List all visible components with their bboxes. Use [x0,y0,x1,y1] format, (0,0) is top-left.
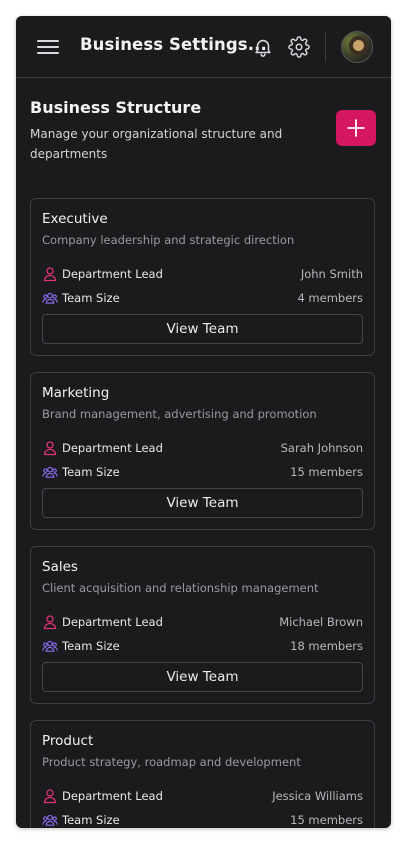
page-title: Business Settings... [80,35,267,54]
department-card: Product Product strategy, roadmap and de… [30,720,375,828]
lead-label: Department Lead [62,789,163,803]
department-lead-row: Department Lead Michael Brown [42,613,363,631]
view-team-button[interactable]: View Team [42,314,363,344]
lead-name: John Smith [300,267,363,281]
team-size-row: Team Size 18 members [42,637,363,655]
department-card: Marketing Brand management, advertising … [30,372,375,530]
team-size-label: Team Size [62,813,120,827]
user-icon [42,266,58,282]
view-team-button[interactable]: View Team [42,488,363,518]
avatar[interactable] [341,31,373,63]
menu-icon[interactable] [36,36,60,58]
department-description: Product strategy, roadmap and developmen… [42,755,301,769]
department-card: Sales Client acquisition and relationshi… [30,546,375,704]
lead-name: Michael Brown [279,615,363,629]
lead-label: Department Lead [62,267,163,281]
lead-label: Department Lead [62,441,163,455]
department-name: Executive [42,211,108,227]
team-size-row: Team Size 15 members [42,463,363,481]
team-size-value: 15 members [290,465,363,479]
lead-label: Department Lead [62,615,163,629]
department-card: Executive Company leadership and strateg… [30,198,375,356]
lead-name: Sarah Johnson [280,441,363,455]
users-icon [42,464,58,480]
team-size-label: Team Size [62,639,120,653]
section-heading: Business Structure [30,98,202,117]
team-size-label: Team Size [62,465,120,479]
department-description: Client acquisition and relationship mana… [42,581,319,595]
gear-icon[interactable] [288,36,310,58]
department-name: Product [42,733,94,749]
users-icon [42,638,58,654]
main-content: Business Structure Manage your organizat… [16,78,391,828]
add-department-button[interactable] [336,110,376,146]
top-bar: Business Settings... [16,16,391,78]
department-lead-row: Department Lead Jessica Williams [42,787,363,805]
users-icon [42,290,58,306]
team-size-value: 4 members [297,291,363,305]
department-name: Marketing [42,385,110,401]
app-window: Business Settings... Business Structure … [16,16,391,828]
lead-name: Jessica Williams [272,789,363,803]
user-icon [42,788,58,804]
view-team-button[interactable]: View Team [42,662,363,692]
department-description: Company leadership and strategic directi… [42,233,295,247]
header-divider [325,32,326,62]
team-size-label: Team Size [62,291,120,305]
bell-icon[interactable] [252,36,274,58]
team-size-row: Team Size 15 members [42,811,363,828]
team-size-row: Team Size 4 members [42,289,363,307]
plus-icon [347,119,365,137]
section-subtitle: Manage your organizational structure and… [30,127,283,161]
department-description: Brand management, advertising and promot… [42,407,317,421]
users-icon [42,812,58,828]
department-lead-row: Department Lead Sarah Johnson [42,439,363,457]
team-size-value: 18 members [290,639,363,653]
user-icon [42,614,58,630]
team-size-value: 15 members [290,813,363,827]
department-lead-row: Department Lead John Smith [42,265,363,283]
department-name: Sales [42,559,78,575]
user-icon [42,440,58,456]
